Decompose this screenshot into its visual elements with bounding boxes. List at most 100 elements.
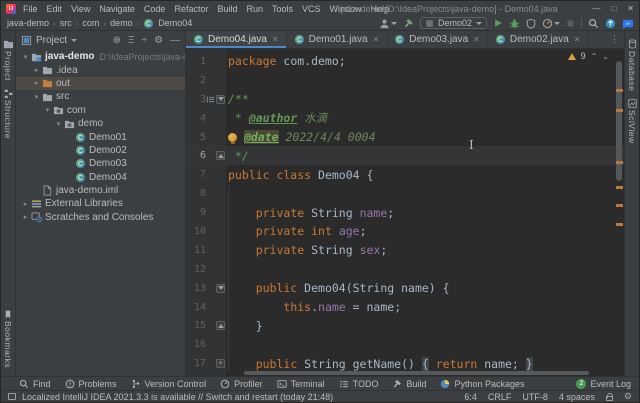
code-line-2[interactable]: 2 — [186, 71, 624, 90]
tree-item-demo02[interactable]: C Demo02 — [16, 144, 185, 157]
code-line-10[interactable]: 10 private int age; — [186, 222, 624, 241]
close-button[interactable]: ✕ — [627, 4, 634, 13]
tab-close-icon[interactable]: ✕ — [373, 35, 380, 44]
menu-navigate[interactable]: Navigate — [99, 4, 135, 14]
breadcrumb-item[interactable]: com — [82, 18, 99, 28]
maximize-button[interactable]: □ — [611, 4, 616, 13]
breadcrumb-item[interactable]: Demo04 — [158, 18, 192, 28]
menu-run[interactable]: Run — [246, 4, 263, 14]
debug-button[interactable] — [509, 18, 520, 29]
indent-setting[interactable]: 4 spaces — [559, 392, 595, 402]
expand-options-icon[interactable]: ÷ — [142, 35, 148, 46]
line-number[interactable]: 2 — [186, 75, 206, 86]
fold-expand-icon[interactable]: + — [216, 359, 225, 368]
tool-window-button-sciview[interactable]: SciView — [627, 99, 637, 144]
line-number[interactable]: 10 — [186, 226, 206, 237]
project-panel-title[interactable]: Project — [36, 35, 67, 46]
update-available-icon[interactable] — [605, 18, 616, 29]
breadcrumb-item[interactable]: src — [60, 18, 72, 28]
editor-tab-demo04-java[interactable]: C Demo04.java ✕ — [186, 31, 287, 48]
panel-settings-gear-icon[interactable]: ⚙ — [154, 35, 163, 46]
code-line-8[interactable]: 8 — [186, 184, 624, 203]
line-number[interactable]: 3 — [186, 94, 206, 105]
tree-item-external-libraries[interactable]: ▸ External Libraries — [16, 197, 185, 210]
tree-chevron-icon[interactable]: ▸ — [21, 213, 30, 221]
tree-item-java-demo[interactable]: ▾ java-demo D:\IdeaProjects\java-demo — [16, 50, 185, 63]
tree-chevron-icon[interactable]: ▾ — [32, 93, 41, 101]
line-number[interactable]: 9 — [186, 207, 206, 218]
stop-button[interactable] — [566, 19, 575, 28]
coverage-button[interactable] — [526, 18, 536, 29]
tab-close-icon[interactable]: ✕ — [473, 35, 480, 44]
tree-chevron-icon[interactable]: ▸ — [32, 79, 41, 87]
collapse-all-icon[interactable]: Ξ — [128, 35, 135, 46]
profiler-button[interactable] — [542, 18, 560, 29]
tool-window-button-python-packages[interactable]: Python Packages — [440, 379, 524, 389]
tree-item-demo04[interactable]: C Demo04 — [16, 171, 185, 184]
line-number[interactable]: 13 — [186, 283, 206, 294]
prev-warning-icon[interactable]: ⌃ — [591, 52, 598, 61]
status-message[interactable]: Localized IntelliJ IDEA 2021.3.3 is avai… — [22, 392, 333, 402]
line-separator[interactable]: CRLF — [488, 392, 512, 402]
tab-close-icon[interactable]: ✕ — [574, 35, 581, 44]
code-line-13[interactable]: 13 public Demo04(String name) { — [186, 279, 624, 298]
horizontal-scrollbar[interactable] — [244, 371, 589, 375]
tool-window-button-structure[interactable]: Structure — [3, 89, 13, 139]
tree-item-com[interactable]: ▾ com — [16, 104, 185, 117]
menu-build[interactable]: Build — [217, 4, 237, 14]
line-number[interactable]: 5 — [186, 132, 206, 143]
tool-window-button-find[interactable]: Find — [19, 379, 51, 389]
run-config-combo[interactable]: Demo02 — [420, 17, 487, 29]
menu-view[interactable]: View — [71, 4, 90, 14]
code-with-me-users-icon[interactable] — [379, 18, 397, 29]
line-number[interactable]: 11 — [186, 245, 206, 256]
fold-collapse-icon[interactable] — [216, 284, 225, 293]
tree-item--idea[interactable]: ▸ .idea — [16, 63, 185, 76]
code-line-1[interactable]: 1 package com.demo; — [186, 52, 624, 71]
search-everywhere-icon[interactable] — [588, 18, 599, 29]
code-line-4[interactable]: 4 * @author 水滴 — [186, 109, 624, 128]
tool-window-button-todo[interactable]: TODO — [339, 379, 379, 389]
intention-bulb-icon[interactable] — [228, 133, 237, 142]
tree-chevron-icon[interactable]: ▾ — [21, 53, 30, 61]
tab-close-icon[interactable]: ✕ — [272, 35, 279, 44]
project-view-dropdown-icon[interactable] — [71, 39, 77, 42]
menu-tools[interactable]: Tools — [272, 4, 293, 14]
code-line-12[interactable]: 12 — [186, 260, 624, 279]
menu-code[interactable]: Code — [144, 4, 166, 14]
render-doc-icon[interactable] — [206, 95, 215, 104]
tree-chevron-icon[interactable]: ▾ — [43, 106, 52, 114]
breadcrumb-item[interactable]: java-demo — [7, 18, 49, 28]
line-number[interactable]: 17 — [186, 358, 206, 369]
tree-item-src[interactable]: ▾ src — [16, 90, 185, 103]
code-line-3[interactable]: 3 /** — [186, 90, 624, 109]
menu-refactor[interactable]: Refactor — [174, 4, 208, 14]
editor-tab-demo02-java[interactable]: C Demo02.java ✕ — [488, 31, 589, 48]
tree-item-out[interactable]: ▸ out — [16, 77, 185, 90]
line-number[interactable]: 7 — [186, 169, 206, 180]
tool-window-button-terminal[interactable]: Terminal — [277, 379, 325, 389]
warning-stripe-mark[interactable] — [616, 89, 623, 92]
code-editor[interactable]: 1 package com.demo; 2 3 /** 4 * @author … — [186, 49, 624, 376]
editor-tab-demo03-java[interactable]: C Demo03.java ✕ — [387, 31, 488, 48]
line-number[interactable]: 12 — [186, 264, 206, 275]
file-encoding[interactable]: UTF-8 — [522, 392, 548, 402]
editor-tab-demo01-java[interactable]: C Demo01.java ✕ — [287, 31, 388, 48]
line-number[interactable]: 4 — [186, 113, 206, 124]
code-line-15[interactable]: 15 } — [186, 316, 624, 335]
caret-position[interactable]: 6:4 — [464, 392, 477, 402]
line-number[interactable]: 8 — [186, 188, 206, 199]
code-line-6[interactable]: 6 */ — [186, 146, 624, 165]
tool-window-button-version-control[interactable]: Version Control — [131, 379, 207, 389]
warning-stripe-mark[interactable] — [616, 161, 623, 164]
next-warning-icon[interactable]: ⌄ — [602, 52, 609, 61]
fold-collapse-end-icon[interactable] — [216, 151, 225, 160]
tool-window-button-bookmarks[interactable]: Bookmarks — [3, 310, 13, 368]
tool-window-button-problems[interactable]: Problems — [65, 379, 117, 389]
line-number[interactable]: 1 — [186, 56, 206, 67]
warning-stripe-mark[interactable] — [616, 204, 623, 207]
line-number[interactable]: 15 — [186, 320, 206, 331]
code-line-14[interactable]: 14 this.name = name; — [186, 298, 624, 317]
code-with-me-icon[interactable] — [622, 18, 633, 29]
hide-panel-icon[interactable]: — — [170, 35, 180, 46]
